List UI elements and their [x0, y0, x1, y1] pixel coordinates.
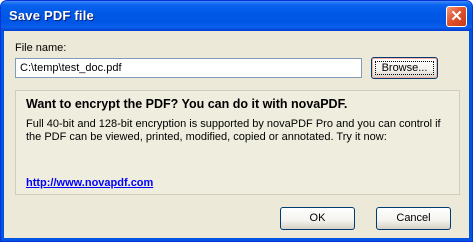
file-name-label: File name:	[15, 42, 67, 54]
close-icon: ✕	[450, 8, 463, 25]
cancel-button[interactable]: Cancel	[376, 207, 451, 230]
promo-heading: Want to encrypt the PDF? You can do it w…	[26, 97, 348, 111]
ok-button[interactable]: OK	[280, 207, 355, 230]
title-bar[interactable]: Save PDF file ✕	[1, 1, 472, 31]
save-pdf-dialog: Save PDF file ✕ File name: Browse... Wan…	[0, 0, 473, 242]
browse-button[interactable]: Browse...	[371, 57, 438, 79]
browse-button-label: Browse...	[381, 62, 428, 74]
encryption-promo-panel: Want to encrypt the PDF? You can do it w…	[15, 90, 460, 195]
file-name-input[interactable]	[15, 58, 362, 78]
close-button[interactable]: ✕	[446, 6, 467, 27]
novapdf-website-link[interactable]: http://www.novapdf.com	[26, 177, 153, 189]
dialog-body: File name: Browse... Want to encrypt the…	[4, 31, 469, 238]
window-title: Save PDF file	[9, 8, 94, 23]
promo-description: Full 40-bit and 128-bit encryption is su…	[26, 118, 441, 143]
